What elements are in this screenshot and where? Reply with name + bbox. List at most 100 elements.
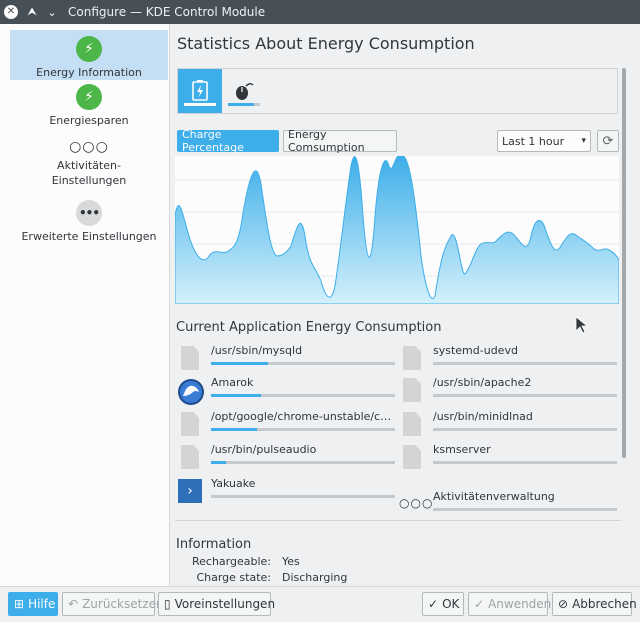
apply-label: Anwenden — [488, 597, 552, 611]
energy-icon: ⚡ — [76, 84, 102, 110]
file-icon — [177, 346, 203, 372]
window-title: Configure — KDE Control Module — [68, 5, 266, 19]
mouse-cursor-icon — [575, 316, 589, 334]
tab-battery[interactable] — [178, 69, 222, 113]
reset-label: Zurücksetzen — [82, 597, 164, 611]
app-usage-bar — [433, 362, 617, 365]
ok-button[interactable]: ✓ OK — [422, 592, 464, 616]
list-item[interactable]: /usr/bin/minidlnad — [399, 408, 619, 438]
list-item[interactable]: /usr/sbin/apache2 — [399, 374, 619, 404]
charge-percentage-button[interactable]: Charge Percentage — [177, 128, 279, 154]
button-bar: ⊞ Hilfe ↶ Zurücksetzen ▯ Voreinstellunge… — [0, 586, 640, 622]
refresh-button[interactable]: ⟳ — [597, 130, 619, 152]
energy-icon: ⚡ — [76, 36, 102, 62]
app-usage-bar — [433, 508, 617, 511]
app-name: Aktivitätenverwaltung — [433, 490, 555, 503]
app-usage-bar — [433, 394, 617, 397]
info-label: Charge state: — [196, 571, 271, 584]
app-name: Amarok — [211, 376, 254, 389]
help-icon: ⊞ — [14, 597, 25, 611]
file-icon — [399, 378, 425, 404]
app-name: systemd-udevd — [433, 344, 518, 357]
scrollbar[interactable] — [621, 68, 627, 586]
document-icon: ▯ — [164, 597, 171, 611]
amarok-icon — [177, 378, 204, 405]
time-range-select[interactable]: Last 1 hour ▾ — [497, 130, 591, 152]
battery-icon — [192, 80, 208, 101]
sidebar-item-label: Energy Information — [36, 66, 142, 79]
sidebar-item-label: Aktivitäten-Einstellungen — [51, 159, 127, 187]
app-name: /usr/bin/minidlnad — [433, 410, 533, 423]
graph-tabs — [177, 68, 618, 114]
cancel-label: Abbrechen — [572, 597, 637, 611]
yakuake-icon: › — [177, 479, 203, 505]
app-name: /opt/google/chrome-unstable/ch... — [211, 410, 397, 423]
cancel-icon: ⊘ — [558, 597, 569, 611]
app-name: /usr/sbin/apache2 — [433, 376, 532, 389]
apply-button[interactable]: ✓ Anwenden — [468, 592, 552, 616]
scrollbar-thumb[interactable] — [622, 68, 626, 458]
keep-above-icon[interactable]: ⮝ — [22, 0, 42, 24]
file-icon — [399, 445, 425, 471]
reset-button[interactable]: ↶ Zurücksetzen — [62, 592, 164, 616]
tab-mouse[interactable] — [222, 69, 266, 113]
defaults-button[interactable]: ▯ Voreinstellungen — [158, 592, 275, 616]
ok-label: OK — [442, 597, 460, 611]
dots-icon: ○○○ — [399, 496, 434, 510]
energy-graph-curve — [175, 156, 619, 304]
sidebar: ⚡ Energy Information ⚡ Energiesparen ○○○… — [0, 24, 170, 586]
info-label: Rechargeable: — [191, 555, 271, 568]
activities-icon: ○○○ — [69, 139, 109, 155]
list-item[interactable]: systemd-udevd — [399, 342, 619, 372]
time-range-value: Last 1 hour — [502, 134, 565, 148]
app-usage-bar — [211, 428, 395, 431]
sidebar-item-aktivitaeten[interactable]: ○○○ Aktivitäten-Einstellungen — [10, 139, 168, 196]
sidebar-item-label: Energiesparen — [49, 114, 129, 127]
app-name: Yakuake — [211, 477, 256, 490]
list-item[interactable]: /usr/bin/pulseaudio — [177, 441, 397, 471]
list-item[interactable]: ○○○ Aktivitätenverwaltung — [399, 488, 619, 518]
title-bar: ✕ ⮝ ⌄ Configure — KDE Control Module — [0, 0, 640, 24]
app-usage-bar — [433, 428, 617, 431]
info-value: Discharging — [282, 571, 348, 584]
app-usage-bar — [433, 461, 617, 464]
sidebar-item-label: Erweiterte Einstellungen — [21, 230, 157, 243]
refresh-icon: ⟳ — [602, 133, 614, 149]
list-item[interactable]: /opt/google/chrome-unstable/ch... — [177, 408, 397, 438]
chevron-down-icon[interactable]: ⌄ — [42, 0, 62, 24]
defaults-label: Voreinstellungen — [174, 597, 276, 611]
file-icon — [177, 445, 203, 471]
app-name: ksmserver — [433, 443, 491, 456]
list-item[interactable]: /usr/sbin/mysqld — [177, 342, 397, 372]
app-usage-bar — [211, 394, 395, 397]
file-icon — [399, 346, 425, 372]
sidebar-item-erweiterte[interactable]: ••• Erweiterte Einstellungen — [10, 200, 168, 244]
sidebar-item-energy-information[interactable]: ⚡ Energy Information — [10, 30, 168, 80]
check-icon: ✓ — [428, 597, 439, 611]
app-name: /usr/bin/pulseaudio — [211, 443, 317, 456]
chevron-down-icon: ▾ — [581, 136, 586, 146]
check-icon: ✓ — [474, 597, 485, 611]
list-item[interactable]: Amarok — [177, 374, 397, 405]
more-icon: ••• — [76, 200, 102, 226]
apps-section-title: Current Application Energy Consumption — [176, 320, 442, 335]
mouse-icon — [236, 83, 254, 100]
close-icon[interactable]: ✕ — [4, 5, 18, 19]
info-section-title: Information — [176, 537, 252, 552]
cancel-button[interactable]: ⊘ Abbrechen — [552, 592, 637, 616]
main-panel: Statistics About Energy Consumption Char… — [171, 24, 640, 586]
list-item[interactable]: ksmserver — [399, 441, 619, 471]
file-icon — [177, 412, 203, 438]
page-title: Statistics About Energy Consumption — [177, 34, 475, 53]
file-icon — [399, 412, 425, 438]
divider — [175, 520, 621, 521]
sidebar-item-energiesparen[interactable]: ⚡ Energiesparen — [10, 82, 168, 128]
help-button[interactable]: ⊞ Hilfe — [8, 592, 58, 616]
list-item[interactable]: › Yakuake — [177, 475, 397, 505]
energy-consumption-button[interactable]: Energy Comsumption — [283, 128, 397, 154]
help-label: Hilfe — [28, 597, 56, 611]
undo-icon: ↶ — [68, 597, 79, 611]
energy-graph — [175, 156, 619, 304]
info-value: Yes — [282, 555, 300, 568]
app-usage-bar — [211, 495, 395, 498]
